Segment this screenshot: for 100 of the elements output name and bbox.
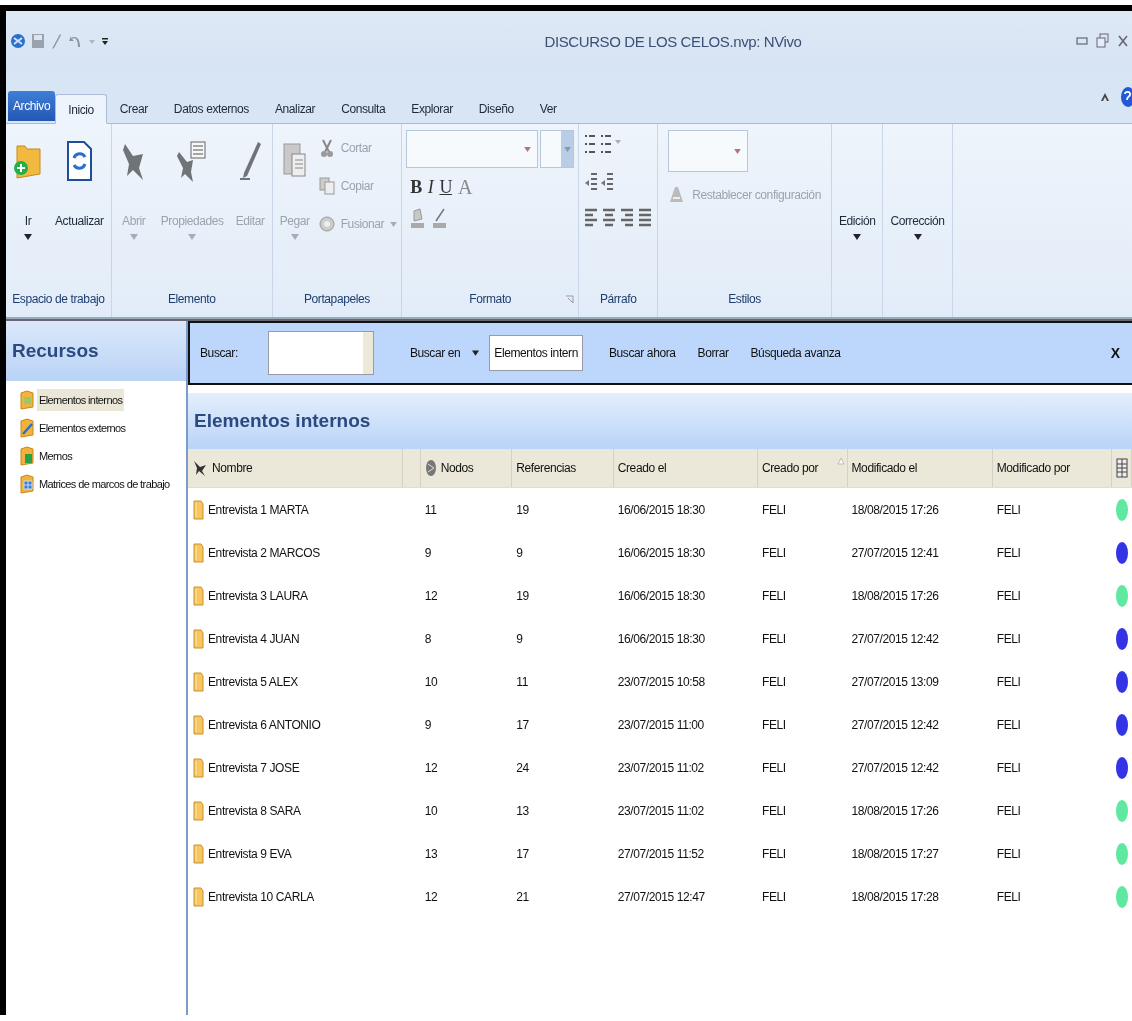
table-cell: 16/06/2015 18:30 [617,631,705,646]
save-icon[interactable] [31,32,45,50]
table-cell: 13 [424,846,438,861]
ribbon-button[interactable]: Ir [10,128,46,281]
nodes-icon [424,459,437,477]
sidebar-item[interactable]: Memos [37,445,75,467]
search-button[interactable]: Búsqueda avanza [744,342,847,364]
table-cell: 10 [424,674,438,689]
ribbon-tab[interactable]: Ver [526,93,570,123]
group-label: Párrafo [599,292,637,306]
menu-button[interactable]: Edición [835,128,879,281]
restore-icon[interactable] [1096,33,1110,49]
table-cell: FELI [762,889,786,904]
sidebar-item[interactable]: Elementos externos [37,417,128,439]
close-icon[interactable] [1118,33,1128,49]
table-cell: 27/07/2015 12:41 [851,545,939,560]
group-label: Elemento [167,292,216,306]
caret-icon [524,146,532,152]
column-header[interactable]: Nodos [420,449,513,487]
table-cell: FELI [996,889,1021,904]
format-button[interactable]: U [439,177,452,198]
column-chooser-icon[interactable] [1115,458,1128,478]
column-header[interactable]: Modificado el [847,449,993,487]
format-button[interactable]: B [410,177,422,198]
table-cell: 16/06/2015 18:30 [617,588,705,603]
table-cell: 12 [424,889,438,904]
pin-icon [192,459,208,477]
table-cell: 16/06/2015 18:30 [617,502,705,517]
minimize-icon[interactable] [1076,34,1088,48]
search-scope-field[interactable]: Elementos intern [489,335,583,371]
table-cell: 23/07/2015 10:58 [617,674,705,689]
folder-icon [20,446,34,466]
table-cell: Entrevista 5 ALEX [208,674,298,689]
table-cell: FELI [762,760,786,775]
table-cell: FELI [996,803,1021,818]
column-header[interactable]: Referencias [512,449,614,487]
ribbon-tab[interactable]: Crear [106,93,161,123]
table-cell: Entrevista 10 CARLA [208,889,314,904]
ribbon-tab[interactable]: Datos externos [160,93,262,123]
table-cell: 11 [424,502,437,517]
help-icon[interactable] [1118,86,1132,108]
close-button[interactable]: X [1104,344,1126,362]
ribbon-tab[interactable]: Consulta [328,93,399,123]
sidebar-title: Recursos [6,321,186,381]
column-header[interactable]: Modificado por [992,449,1113,487]
table-cell: FELI [996,631,1021,646]
format-button[interactable]: I [427,177,434,198]
sidebar-item[interactable]: Elementos internos [37,389,125,411]
table-cell: Entrevista 1 MARTA [208,502,309,517]
table-cell: 11 [516,674,528,689]
app-logo-icon[interactable] [10,32,26,50]
ribbon-tab[interactable]: Analizar [261,93,329,123]
grid-folder-icon [20,474,34,494]
search-field[interactable] [267,331,374,375]
table-cell: FELI [762,545,786,560]
table-cell: 18/08/2015 17:26 [851,588,939,603]
document-icon [192,670,204,693]
sidebar-item[interactable]: Matrices de marcos de trabajo [37,473,172,495]
table-cell: Entrevista 3 LAURA [208,588,308,603]
table-cell: Entrevista 9 EVA [208,846,292,861]
ribbon-button[interactable]: Actualizar [52,128,107,281]
table-cell: 27/07/2015 12:47 [617,889,705,904]
folder-icon [20,390,34,410]
scissors-icon [318,138,335,158]
table-cell: 9 [516,545,523,560]
table-cell: 27/07/2015 12:42 [851,631,939,646]
collapse-ribbon-icon[interactable] [1100,91,1110,103]
caret-icon[interactable] [472,350,480,356]
search-button[interactable]: Borrar [691,342,735,364]
document-icon [192,498,204,521]
table-cell: FELI [996,846,1021,861]
pencil-icon[interactable] [50,32,62,50]
search-scope-button[interactable]: Buscar en [403,342,467,364]
table-cell: Entrevista 4 JUAN [208,631,300,646]
group-label: Espacio de trabajo [12,292,105,306]
ribbon-tab[interactable]: Inicio [55,94,107,124]
table-cell: FELI [996,717,1021,732]
line-color-icon[interactable] [432,207,449,229]
table-cell: FELI [996,588,1021,603]
ribbon-tab[interactable]: Explorar [398,93,466,123]
table-cell: 19 [516,588,529,603]
style-dropdown[interactable] [668,130,749,172]
sort-arrow-icon [836,457,845,465]
column-header[interactable]: Creado el [613,449,758,487]
dialog-launcher-icon[interactable] [565,295,575,304]
highlight-icon[interactable] [410,207,427,229]
menu-button[interactable]: Corrección [887,128,948,281]
font-dropdown[interactable] [406,130,539,168]
column-header[interactable]: Nombre [188,449,403,487]
table-cell: FELI [762,803,786,818]
caret-icon [734,148,742,154]
table-cell: 23/07/2015 11:02 [617,803,704,818]
column-header[interactable]: Creado por [758,449,848,487]
table-cell: FELI [762,502,786,517]
font-size-dropdown[interactable] [540,130,575,168]
window-title: DISCURSO DE LOS CELOS.nvp: NVivo [544,32,802,50]
table-cell: 12 [424,760,438,775]
search-button[interactable]: Buscar ahora [603,342,682,364]
ribbon-tab[interactable]: Diseño [465,93,527,123]
file-tab[interactable]: Archivo [8,91,56,121]
